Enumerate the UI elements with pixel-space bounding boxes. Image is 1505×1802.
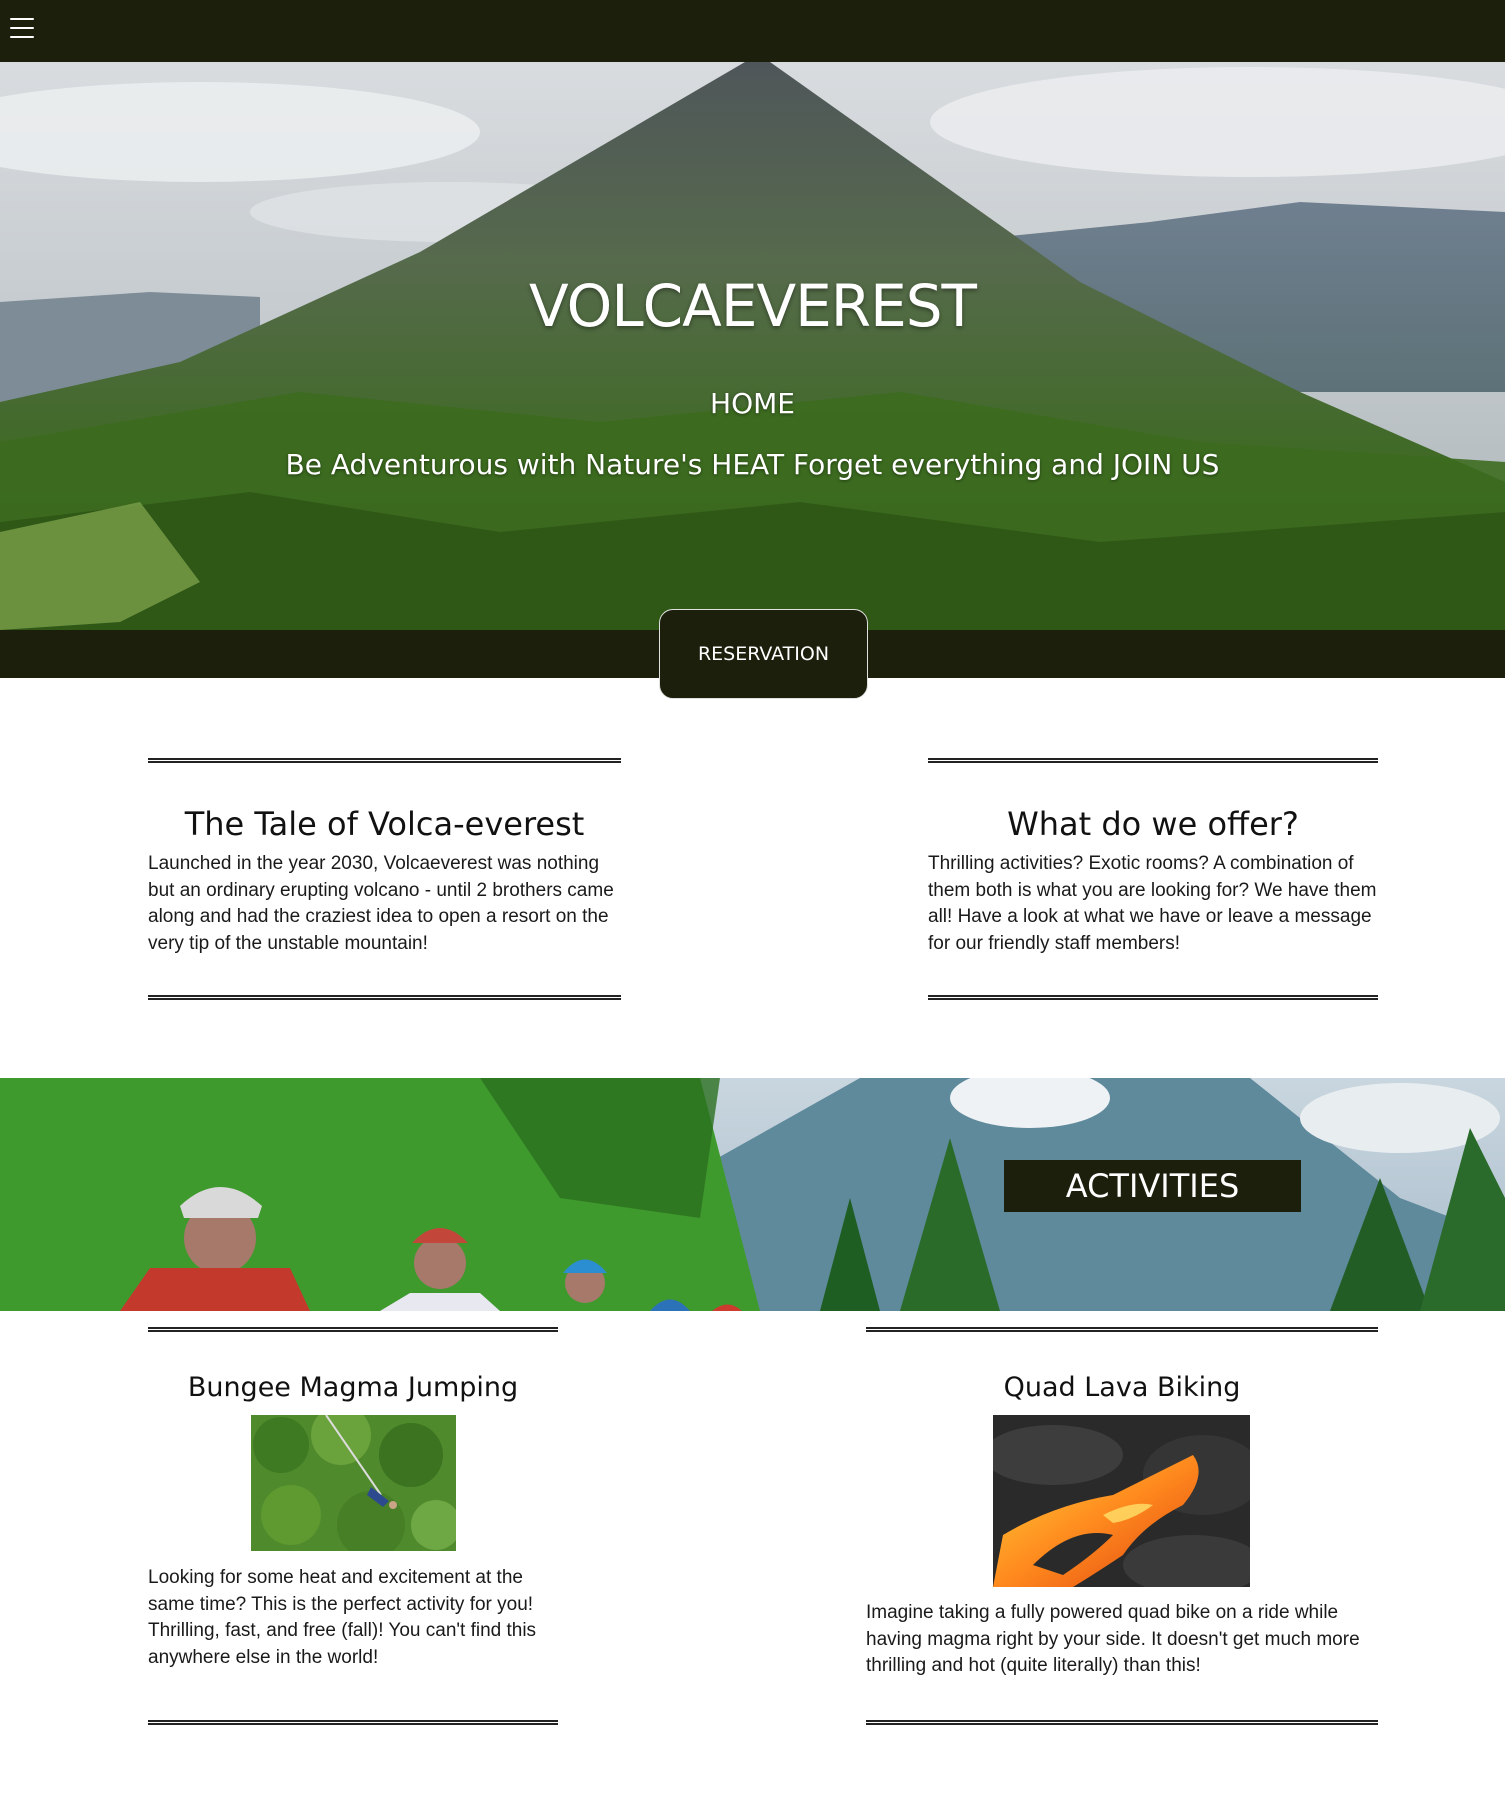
divider — [148, 1327, 558, 1332]
offer-text: Thrilling activities? Exotic rooms? A co… — [928, 853, 1377, 954]
hero-section: VOLCAEVEREST HOME Be Adventurous with Na… — [0, 62, 1505, 630]
top-nav-bar — [0, 0, 1505, 62]
bungee-image — [251, 1415, 456, 1551]
divider — [866, 1720, 1378, 1725]
quad-title: Quad Lava Biking — [1003, 1372, 1241, 1403]
divider — [928, 758, 1378, 763]
bungee-text: Looking for some heat and excitement at … — [148, 1567, 537, 1668]
divider — [148, 758, 621, 763]
bungee-title: Bungee Magma Jumping — [187, 1372, 519, 1403]
page-title-home: HOME — [710, 387, 795, 420]
tale-text: Launched in the year 2030, Volcaeverest … — [148, 853, 614, 954]
divider — [148, 1720, 558, 1725]
hamburger-menu-icon[interactable] — [10, 18, 34, 40]
offer-title: What do we offer? — [1007, 805, 1299, 843]
quad-image — [993, 1415, 1250, 1587]
divider — [148, 995, 621, 1000]
divider — [866, 1327, 1378, 1332]
divider — [928, 995, 1378, 1000]
quad-text: Imagine taking a fully powered quad bike… — [866, 1602, 1360, 1676]
hero-tagline: Be Adventurous with Nature's HEAT Forget… — [285, 448, 1220, 481]
activities-heading: ACTIVITIES — [1004, 1160, 1301, 1212]
volcano-hero-image — [0, 62, 1505, 630]
reservation-button[interactable]: RESERVATION — [659, 609, 868, 699]
tale-title: The Tale of Volca-everest — [184, 805, 585, 843]
site-title: VOLCAEVEREST — [529, 272, 977, 340]
